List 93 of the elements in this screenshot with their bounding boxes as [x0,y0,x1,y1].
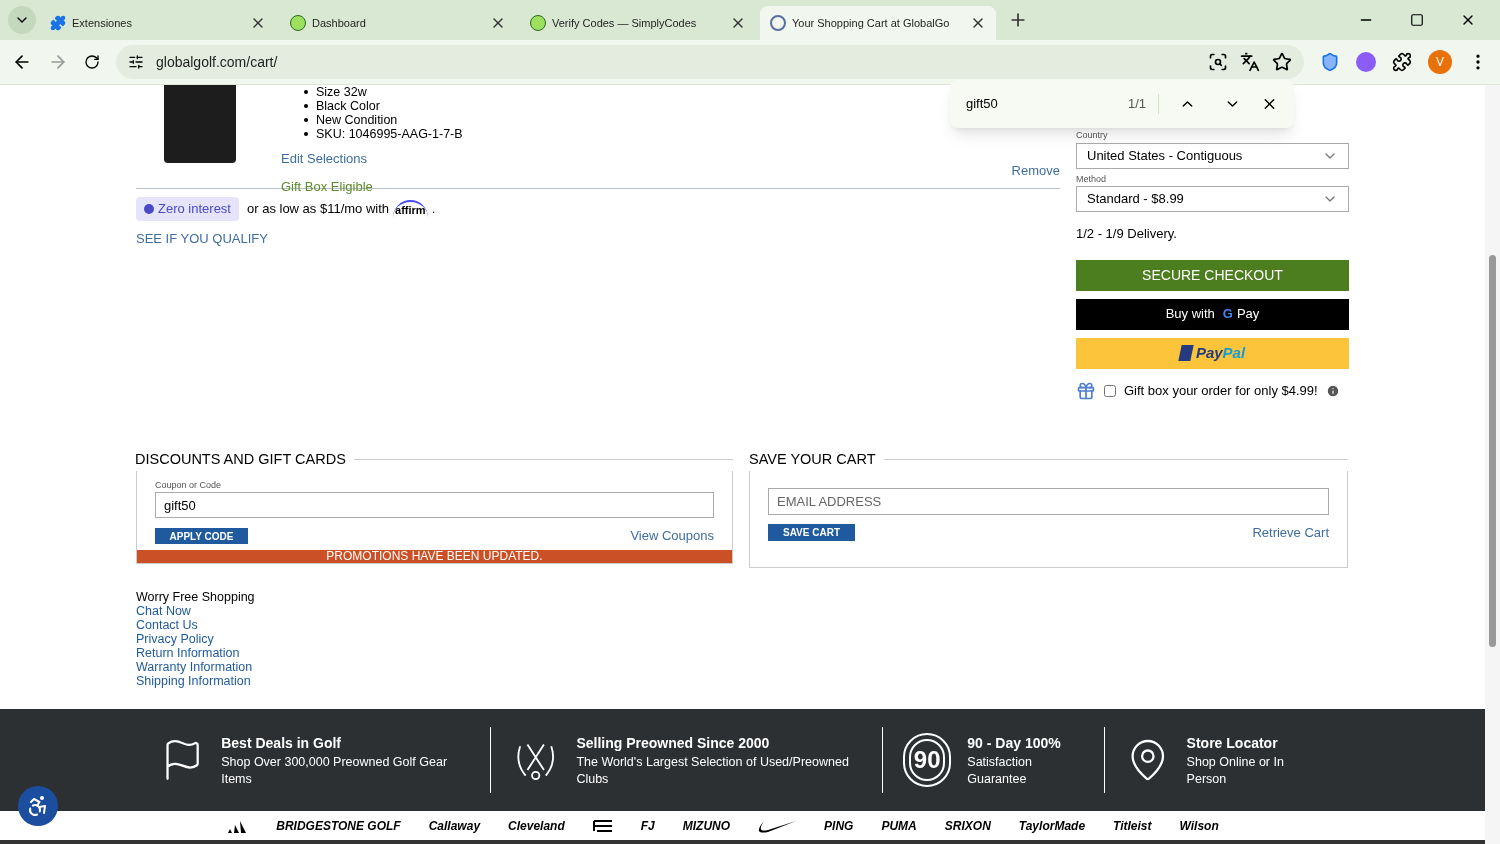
item-detail: Black Color [316,99,380,113]
shield-icon[interactable] [1320,52,1340,72]
tab-title: Extensiones [72,15,133,31]
country-select[interactable]: United States - Contiguous [1076,142,1349,169]
email-field[interactable]: EMAIL ADDRESS [768,487,1329,515]
zero-interest-badge: Zero interest [136,197,239,221]
find-field[interactable]: gift50 [966,94,1116,114]
remove-link[interactable]: Remove [1011,160,1060,180]
paypal-button[interactable]: PayPal [1076,337,1349,369]
translate-icon[interactable] [1240,52,1260,72]
leaf-icon [290,15,306,31]
find-icon[interactable] [1208,52,1228,72]
reload-icon[interactable] [84,54,100,70]
puzzle-icon [50,15,66,31]
feature-text: The World's Largest Selection of Used/Preowned Clubs [576,753,850,788]
brand-logo: Cleveland [508,817,565,835]
gift-box-checkbox[interactable] [1104,384,1116,397]
bullet-icon [304,132,308,136]
coupon-field[interactable]: gift50 [155,492,714,519]
feature-text: Shop Online or In Person [1186,753,1285,788]
restore-icon[interactable] [1410,13,1424,27]
feature-title: 90 - Day 100% [967,733,1062,753]
gift-icon [1076,380,1096,401]
footer-link[interactable]: Return Information [136,645,240,660]
footer-link[interactable]: Contact Us [136,617,198,632]
site-info-icon[interactable] [128,54,144,70]
browser-tab[interactable]: Dashboard [280,6,516,40]
footer-link[interactable]: Warranty Information [136,659,253,674]
item-detail: New Condition [316,113,398,127]
secure-checkout-button[interactable]: SECURE CHECKOUT [1076,259,1349,291]
globe-icon [770,15,786,31]
feature-text: Shop Over 300,000 Preowned Golf Gear Items [221,753,449,788]
extensions-icon[interactable] [1392,52,1412,72]
bullet-icon [304,90,308,94]
save-cart-button[interactable]: SAVE CART [768,524,855,541]
tab-title: Your Shopping Cart at GlobalGo [792,15,951,31]
view-coupons-link[interactable]: View Coupons [630,526,714,546]
address-bar[interactable]: globalgolf.com/cart/ [116,45,1304,79]
tab-title: Dashboard [312,15,367,31]
footer-link[interactable]: Privacy Policy [136,631,214,646]
coupon-label: Coupon or Code [155,478,223,492]
country-label: Country [1076,129,1109,142]
bookmark-star-icon[interactable] [1272,52,1292,72]
brand-logo: SRIXON [944,817,991,835]
accessibility-button[interactable] [18,786,58,826]
feature-title: Best Deals in Golf [221,733,343,753]
leaf-icon [530,15,546,31]
gift-box-label: Gift box your order for only $4.99! [1124,381,1318,400]
swoosh-logo-icon [758,818,797,833]
retrieve-cart-link[interactable]: Retrieve Cart [1252,522,1329,543]
brand-logo: TaylorMade [1018,817,1086,835]
affirm-logo: affirm [393,199,428,218]
delivery-text: 1/2 - 1/9 Delivery. [1076,225,1178,243]
tab-title: Verify Codes — SimplyCodes [552,15,698,31]
browser-tab[interactable]: Verify Codes — SimplyCodes [520,6,756,40]
section-heading: SAVE YOUR CART [749,450,876,469]
brand-logo: Wilson [1179,817,1219,835]
item-detail: Size 32w [316,85,367,99]
tab-list-button[interactable] [8,6,36,34]
feature-title: Selling Preowned Since 2000 [576,733,771,753]
links-heading: Worry Free Shopping [136,589,256,604]
apply-code-button[interactable]: APPLY CODE [155,528,248,544]
method-label: Method [1076,172,1108,186]
edit-selections-link[interactable]: Edit Selections [281,149,463,169]
brand-logo: FJ [640,817,655,835]
feature-text: Satisfaction Guarantee [967,753,1033,788]
ninety-badge: 90 [903,733,952,787]
brand-logo: MIZUNO [682,817,731,835]
feature-title: Store Locator [1186,733,1279,753]
promotions-banner: PROMOTIONS HAVE BEEN UPDATED. [137,549,732,563]
bullet-icon [304,104,308,108]
financing-text: or as low as $11/mo with [247,200,390,218]
match-count: 1/1 [1128,94,1160,114]
method-select[interactable]: Standard - $8.99 [1076,186,1349,212]
brand-logo: BRIDGESTONE GOLF [276,817,401,835]
browser-tab[interactable]: Extensiones [40,6,276,40]
footer-link[interactable]: Chat Now [136,603,191,618]
google-pay-button[interactable]: Buy with G Pay [1076,298,1349,330]
bullet-icon [304,118,308,122]
info-icon[interactable] [1325,383,1340,398]
qualify-link[interactable]: SEE IF YOU QUALIFY [136,228,1060,248]
browser-tab[interactable]: Your Shopping Cart at GlobalGo [760,6,996,40]
brand-logo: Callaway [428,817,481,835]
brand-logo: PING [824,817,854,835]
brand-logo: PUMA [881,817,917,835]
footer-link[interactable]: Shipping Information [136,673,251,688]
url-text: globalgolf.com/cart/ [156,52,279,72]
item-detail: SKU: 1046995-AAG-1-7-B [316,127,463,141]
brand-logo: Titleist [1113,817,1152,835]
period-text: . [431,200,436,218]
gift-box-eligible-text: Gift Box Eligible [281,177,374,196]
section-heading: DISCOUNTS AND GIFT CARDS [135,450,346,469]
scrollbar[interactable] [1485,85,1500,844]
